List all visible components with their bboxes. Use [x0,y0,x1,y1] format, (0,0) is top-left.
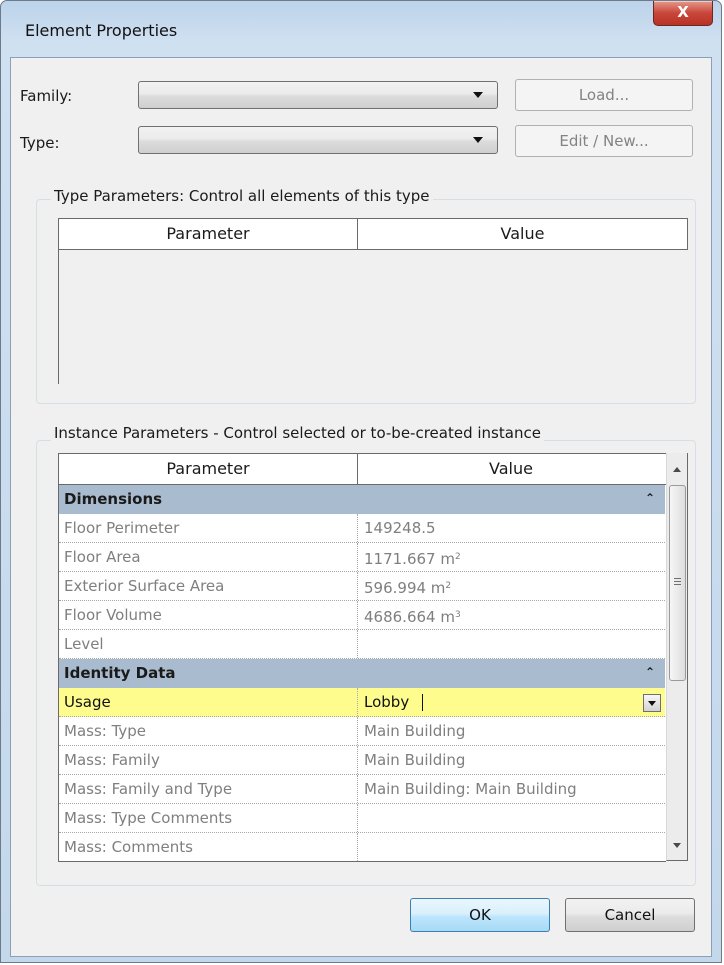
parameter-name: Mass: Comments [64,838,193,856]
parameter-row-mass-type[interactable]: Mass: Type Main Building [59,717,665,746]
parameter-row-floor-area[interactable]: Floor Area 1171.667 m2 [59,543,665,572]
parameter-row-level[interactable]: Level [59,630,665,659]
close-icon: X [677,3,689,21]
collapse-chevron-icon[interactable]: ⌃ [645,491,655,505]
type-label: Type: [20,134,60,152]
parameter-value: Main Building: Main Building [364,780,577,798]
edit-new-button-label: Edit / New... [559,132,649,150]
type-value-column-header[interactable]: Value [358,219,687,249]
instance-parameters-title: Instance Parameters - Control selected o… [51,424,544,442]
type-parameters-title: Type Parameters: Control all elements of… [51,187,433,205]
usage-dropdown-button[interactable] [643,694,661,712]
parameter-name: Floor Volume [64,606,162,624]
category-dimensions[interactable]: Dimensions ⌃ [59,485,665,514]
parameter-row-mass-family-and-type[interactable]: Mass: Family and Type Main Building: Mai… [59,775,665,804]
parameter-row-mass-type-comments[interactable]: Mass: Type Comments [59,804,665,833]
chevron-down-icon [473,137,483,143]
vertical-scrollbar[interactable] [666,453,688,861]
load-button[interactable]: Load... [515,79,693,111]
parameter-name: Floor Perimeter [64,519,180,537]
scrollbar-thumb[interactable] [669,485,686,681]
parameter-value: Main Building [364,751,466,769]
parameter-value: Main Building [364,722,466,740]
dialog-content: Family: Load... Type: Edit / New... Type… [10,57,712,957]
load-button-label: Load... [578,86,630,104]
instance-parameters-grid: Dimensions ⌃ Floor Perimeter 149248.5 Fl… [58,485,666,862]
edit-new-button[interactable]: Edit / New... [515,125,693,157]
category-identity-data[interactable]: Identity Data ⌃ [59,659,665,688]
parameter-row-floor-volume[interactable]: Floor Volume 4686.664 m3 [59,601,665,630]
title-bar[interactable]: Element Properties X [1,1,721,57]
text-caret [422,694,423,711]
parameter-name: Mass: Family and Type [64,780,233,798]
parameter-row-floor-perimeter[interactable]: Floor Perimeter 149248.5 [59,514,665,543]
parameter-value: 4686.664 m3 [364,608,461,626]
family-label: Family: [20,87,73,105]
element-properties-dialog: Element Properties X Family: Load... Typ… [0,0,722,963]
type-parameter-column-header[interactable]: Parameter [59,219,357,249]
instance-parameters-header: Parameter Value [58,453,688,485]
parameter-name: Mass: Type Comments [64,809,233,827]
type-parameters-grid-body [58,250,689,384]
parameter-name: Exterior Surface Area [64,577,225,595]
scroll-up-arrow-icon[interactable] [673,467,681,472]
parameter-name: Level [64,635,104,653]
category-name: Dimensions [64,490,163,508]
ok-button-label: OK [469,906,491,924]
chevron-down-icon [648,701,656,706]
category-name: Identity Data [64,664,176,682]
parameter-name: Mass: Type [64,722,147,740]
parameter-row-usage[interactable]: Usage Lobby [59,688,665,717]
usage-value-input[interactable]: Lobby [364,688,409,717]
cancel-button[interactable]: Cancel [565,898,695,932]
type-parameters-header: Parameter Value [58,218,688,250]
parameter-name: Usage [64,693,111,711]
parameter-value: 1171.667 m2 [364,550,461,568]
instance-parameter-column-header[interactable]: Parameter [59,454,357,484]
ok-button[interactable]: OK [410,898,550,932]
parameter-row-mass-family[interactable]: Mass: Family Main Building [59,746,665,775]
chevron-down-icon [473,92,483,98]
dialog-title: Element Properties [25,21,178,40]
parameter-row-mass-comments[interactable]: Mass: Comments [59,833,665,861]
parameter-name: Mass: Family [64,751,160,769]
parameter-value: 149248.5 [364,519,436,537]
parameter-name: Floor Area [64,548,141,566]
cancel-button-label: Cancel [604,906,656,924]
collapse-chevron-icon[interactable]: ⌃ [645,665,655,679]
close-button[interactable]: X [653,1,713,26]
scroll-down-arrow-icon[interactable] [673,843,681,848]
family-dropdown[interactable] [138,81,498,109]
parameter-value: 596.994 m2 [364,579,452,597]
instance-value-column-header[interactable]: Value [358,454,664,484]
type-dropdown[interactable] [138,126,498,154]
parameter-row-exterior-surface-area[interactable]: Exterior Surface Area 596.994 m2 [59,572,665,601]
